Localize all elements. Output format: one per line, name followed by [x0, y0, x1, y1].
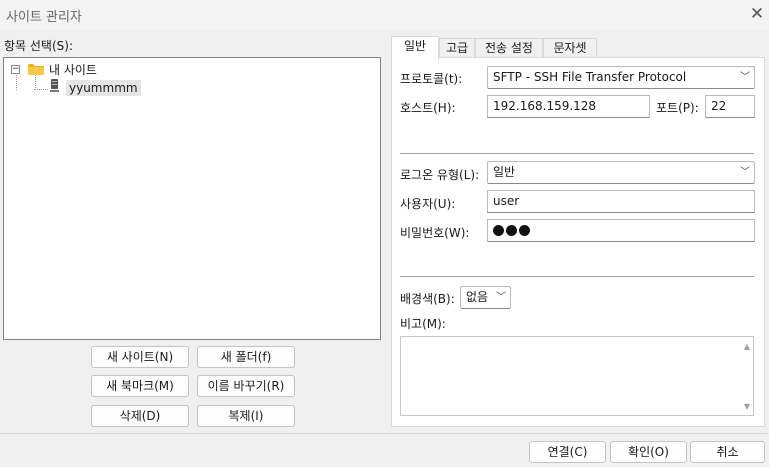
- scroll-up-icon[interactable]: ▲: [744, 342, 750, 351]
- duplicate-button[interactable]: 복제(I): [197, 405, 295, 427]
- chevron-down-icon: ﹀: [740, 72, 750, 83]
- delete-button[interactable]: 삭제(D): [91, 405, 189, 427]
- tab-charset[interactable]: 문자셋: [543, 38, 597, 58]
- tab-advanced[interactable]: 고급: [439, 38, 475, 58]
- tab-transfer-settings[interactable]: 전송 설정: [475, 38, 543, 58]
- comments-label: 비고(M):: [400, 317, 446, 331]
- folder-icon: [28, 64, 44, 75]
- scroll-down-icon[interactable]: ▼: [744, 402, 750, 411]
- server-icon: [50, 79, 59, 92]
- background-color-select[interactable]: 없음 ﹀: [460, 286, 511, 309]
- host-field[interactable]: 192.168.159.128: [487, 95, 650, 118]
- host-label: 호스트(H):: [400, 101, 456, 115]
- rename-button[interactable]: 이름 바꾸기(R): [197, 375, 295, 397]
- tree-label: 항목 선택(S):: [4, 39, 73, 53]
- tab-general[interactable]: 일반: [391, 36, 439, 60]
- tree-connector: [34, 89, 48, 90]
- footer-separator: [0, 433, 769, 434]
- cancel-button[interactable]: 취소: [690, 441, 765, 463]
- protocol-value: SFTP - SSH File Transfer Protocol: [493, 70, 687, 84]
- title-bar: [0, 0, 769, 30]
- background-color-value: 없음: [466, 290, 489, 304]
- window-title: 사이트 관리자: [6, 10, 82, 25]
- logon-type-select[interactable]: 일반 ﹀: [487, 161, 755, 184]
- collapse-icon[interactable]: −: [11, 65, 20, 74]
- separator: [400, 276, 754, 277]
- port-label: 포트(P):: [656, 101, 699, 115]
- password-field[interactable]: [487, 219, 755, 242]
- chevron-down-icon: ﹀: [496, 292, 506, 303]
- background-color-label: 배경색(B):: [400, 292, 455, 306]
- comments-textarea[interactable]: ▲ ▼: [400, 336, 754, 416]
- password-mask-dot: [493, 225, 504, 236]
- tree-root-label[interactable]: 내 사이트: [49, 61, 97, 78]
- tree-connector: [35, 74, 36, 90]
- tree-item-site[interactable]: yyummmm: [66, 80, 141, 96]
- new-site-button[interactable]: 새 사이트(N): [91, 346, 189, 368]
- password-mask-dot: [506, 225, 517, 236]
- site-tree[interactable]: − 내 사이트 yyummmm: [3, 57, 381, 340]
- user-label: 사용자(U):: [400, 197, 456, 211]
- protocol-select[interactable]: SFTP - SSH File Transfer Protocol ﹀: [487, 66, 755, 89]
- logon-type-label: 로그온 유형(L):: [400, 168, 480, 182]
- connect-button[interactable]: 연결(C): [529, 441, 606, 463]
- password-label: 비밀번호(W):: [400, 226, 470, 240]
- user-field[interactable]: user: [487, 190, 755, 213]
- port-field[interactable]: 22: [705, 95, 755, 118]
- logon-type-value: 일반: [493, 165, 516, 179]
- protocol-label: 프로토콜(t):: [400, 72, 463, 86]
- ok-button[interactable]: 확인(O): [610, 441, 687, 463]
- new-bookmark-button[interactable]: 새 북마크(M): [91, 375, 189, 397]
- new-folder-button[interactable]: 새 폴더(f): [197, 346, 295, 368]
- chevron-down-icon: ﹀: [740, 167, 750, 178]
- separator: [400, 153, 754, 154]
- password-mask-dot: [519, 225, 530, 236]
- close-icon[interactable]: ✕: [748, 3, 766, 25]
